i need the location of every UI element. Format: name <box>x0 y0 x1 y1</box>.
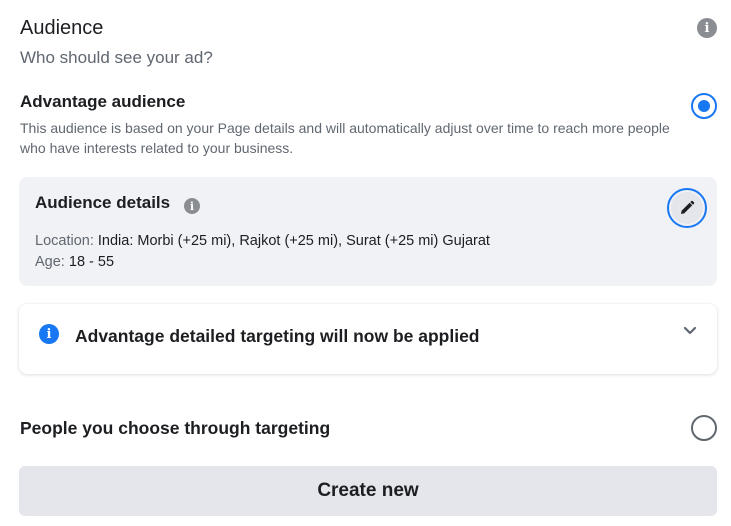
audience-panel: Audience Who should see your ad? i Advan… <box>0 0 731 526</box>
audience-details-card: Audience details i Location: India: Morb… <box>19 177 717 286</box>
advantage-targeting-notice[interactable]: i Advantage detailed targeting will now … <box>19 304 717 374</box>
page-title: Audience <box>20 17 104 39</box>
location-line: Location: India: Morbi (+25 mi), Rajkot … <box>35 233 490 249</box>
create-new-button[interactable]: Create new <box>19 466 717 516</box>
page-subtitle: Who should see your ad? <box>20 48 213 67</box>
notice-info-icon: i <box>39 324 59 344</box>
age-line: Age: 18 - 55 <box>35 254 114 270</box>
audience-details-title: Audience details <box>35 193 171 212</box>
pencil-icon <box>671 192 703 224</box>
audience-details-info-icon[interactable]: i <box>184 198 200 214</box>
age-value: 18 - 55 <box>68 254 115 270</box>
chevron-down-icon[interactable] <box>683 323 697 341</box>
notice-text: Advantage detailed targeting will now be… <box>75 326 480 346</box>
advantage-audience-title: Advantage audience <box>20 92 186 111</box>
targeting-option-title: People you choose through targeting <box>20 418 331 438</box>
edit-audience-button[interactable] <box>667 188 707 228</box>
info-icon[interactable]: i <box>697 18 717 38</box>
location-value: India: Morbi (+25 mi), Rajkot (+25 mi), … <box>97 233 490 249</box>
location-label: Location: <box>35 233 94 249</box>
age-label: Age: <box>35 254 65 270</box>
advantage-audience-description: This audience is based on your Page deta… <box>20 120 670 156</box>
targeting-option-radio[interactable] <box>691 415 717 441</box>
advantage-audience-radio[interactable] <box>691 93 717 119</box>
